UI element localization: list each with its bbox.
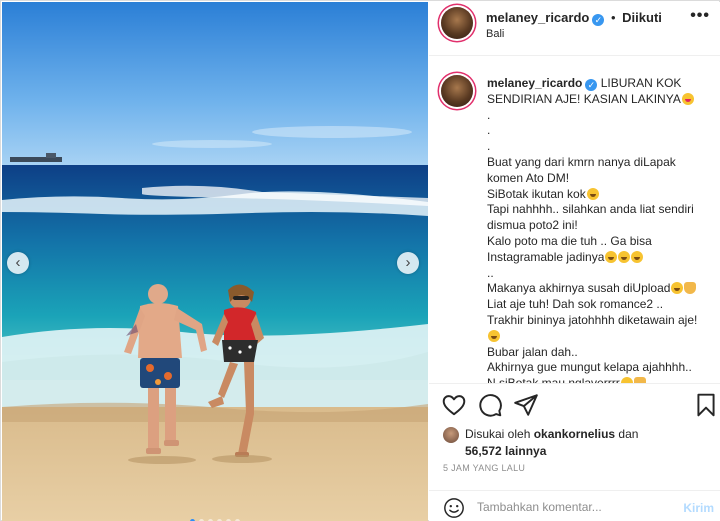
caption-text: . xyxy=(487,123,491,138)
caption-line: Buat yang dari kmrn nanya diLapak xyxy=(487,155,715,171)
caption-text: Makanya akhirnya susah diUpload xyxy=(487,281,671,296)
laughing-emoji-icon xyxy=(618,250,631,263)
likes-text: Disukai oleh okankornelius dan 56,572 la… xyxy=(465,426,638,460)
caption-line: Trakhir bininya jatohhhh diketawain aje! xyxy=(487,313,715,329)
laughing-emoji-icon xyxy=(488,329,500,342)
post-photo[interactable]: ‹ › xyxy=(2,2,428,521)
share-icon[interactable] xyxy=(513,392,539,418)
caption-author-avatar[interactable] xyxy=(441,75,473,107)
comment-bar: Kirim xyxy=(429,490,720,521)
caption-line: Instagramable jadinya xyxy=(487,250,715,266)
emoji-picker-icon[interactable] xyxy=(443,497,465,519)
caption-text: Liat aje tuh! Dah sok romance2 .. xyxy=(487,297,664,312)
instagram-post-window: ‹ › melaney_ricardo ✓ • Diikuti Bali ••• … xyxy=(0,0,720,521)
caption-line: Tapi nahhhh.. silahkan anda liat sendiri xyxy=(487,202,715,218)
caption-text: Tapi nahhhh.. silahkan anda liat sendiri xyxy=(487,202,694,217)
caption-line: Liat aje tuh! Dah sok romance2 .. xyxy=(487,297,715,313)
caption-line: Kalo poto ma die tuh .. Ga bisa xyxy=(487,234,715,250)
laughing-emoji-icon xyxy=(586,187,599,200)
heart-icon[interactable] xyxy=(441,392,467,418)
caption-text: Trakhir bininya jatohhhh diketawain aje! xyxy=(487,312,698,327)
caption-line: komen Ato DM! xyxy=(487,171,715,187)
caption-text: N siBotak mau nglaverrrr xyxy=(487,376,620,383)
caption-text: . xyxy=(487,107,491,122)
send-comment-button[interactable]: Kirim xyxy=(683,501,714,515)
post-actions: Disukai oleh okankornelius dan 56,572 la… xyxy=(429,383,720,521)
caption-line: . xyxy=(487,108,715,124)
caption-line: . xyxy=(487,139,715,155)
hand-emoji-icon xyxy=(684,282,697,295)
caption-section: melaney_ricardo ✓ LIBURAN KOK SENDIRIAN AJ… xyxy=(429,57,720,383)
likes-connector: dan xyxy=(618,427,639,441)
post-timestamp[interactable]: 5 JAM YANG LALU xyxy=(443,463,525,473)
caption-text: Kalo poto ma die tuh .. Ga bisa xyxy=(487,233,652,248)
caption-line: N siBotak mau nglaverrrr xyxy=(487,376,715,383)
verified-badge-icon: ✓ xyxy=(585,79,598,91)
caption-text: LIBURAN KOK xyxy=(600,76,682,90)
beach-photo-image xyxy=(2,2,428,521)
comment-input[interactable] xyxy=(477,497,667,517)
post-location[interactable]: Bali xyxy=(486,28,504,40)
author-avatar[interactable] xyxy=(441,7,473,39)
follow-status-button[interactable]: Diikuti xyxy=(622,10,662,25)
more-options-icon[interactable]: ••• xyxy=(690,7,710,25)
comment-icon[interactable] xyxy=(477,392,503,418)
likes-suffix[interactable]: lainnya xyxy=(505,444,546,458)
caption-text: komen Ato DM! xyxy=(487,170,570,185)
caption-line: . xyxy=(487,123,715,139)
caption-text: SiBotak ikutan kok xyxy=(487,186,586,201)
caption-line: Makanya akhirnya susah diUpload xyxy=(487,281,715,297)
caption-line xyxy=(487,329,715,345)
caption-text: .. xyxy=(487,265,494,280)
laughing-emoji-icon xyxy=(605,250,618,263)
likes-count-link[interactable]: 56,572 xyxy=(465,444,502,458)
caption-line: Akhirnya gue mungut kelapa ajahhhh.. xyxy=(487,360,715,376)
author-username[interactable]: melaney_ricardo xyxy=(486,10,589,25)
caption-line: dismua poto2 ini! xyxy=(487,218,715,234)
verified-badge-icon: ✓ xyxy=(592,14,605,26)
carousel-next-button[interactable]: › xyxy=(397,252,419,274)
bookmark-icon[interactable] xyxy=(693,392,719,418)
caption-line: melaney_ricardo ✓ LIBURAN KOK xyxy=(487,76,715,92)
caption-text: SENDIRIAN AJE! KASIAN LAKINYA xyxy=(487,91,681,106)
carousel-prev-button[interactable]: ‹ xyxy=(7,252,29,274)
post-header: melaney_ricardo ✓ • Diikuti Bali ••• xyxy=(429,2,720,56)
caption-text: Buat yang dari kmrn nanya diLapak xyxy=(487,154,676,169)
caption-line: SiBotak ikutan kok xyxy=(487,187,715,203)
caption-text: . xyxy=(487,139,491,154)
caption-line: SENDIRIAN AJE! KASIAN LAKINYA xyxy=(487,92,715,108)
liker-avatar[interactable] xyxy=(443,427,459,443)
caption-text: Instagramable jadinya xyxy=(487,249,605,264)
post-caption: melaney_ricardo ✓ LIBURAN KOK SENDIRIAN AJ… xyxy=(487,76,715,383)
post-sidebar: melaney_ricardo ✓ • Diikuti Bali ••• mela… xyxy=(429,2,720,521)
separator-bullet: • xyxy=(610,10,616,25)
header-top-line: melaney_ricardo ✓ • Diikuti xyxy=(486,10,662,26)
liker-username-link[interactable]: okankornelius xyxy=(534,427,615,441)
caption-line: .. xyxy=(487,266,715,282)
caption-username[interactable]: melaney_ricardo xyxy=(487,76,582,90)
laughing-emoji-icon xyxy=(631,250,644,263)
tongue-emoji-icon xyxy=(681,92,694,105)
likes-prefix: Disukai oleh xyxy=(465,427,531,441)
caption-text: Bubar jalan dah.. xyxy=(487,344,578,359)
caption-text: Akhirnya gue mungut kelapa ajahhhh.. xyxy=(487,360,692,375)
caption-line: Bubar jalan dah.. xyxy=(487,345,715,361)
caption-text: dismua poto2 ini! xyxy=(487,218,578,233)
carousel-dots xyxy=(2,511,428,521)
laughing-emoji-icon xyxy=(671,282,684,295)
